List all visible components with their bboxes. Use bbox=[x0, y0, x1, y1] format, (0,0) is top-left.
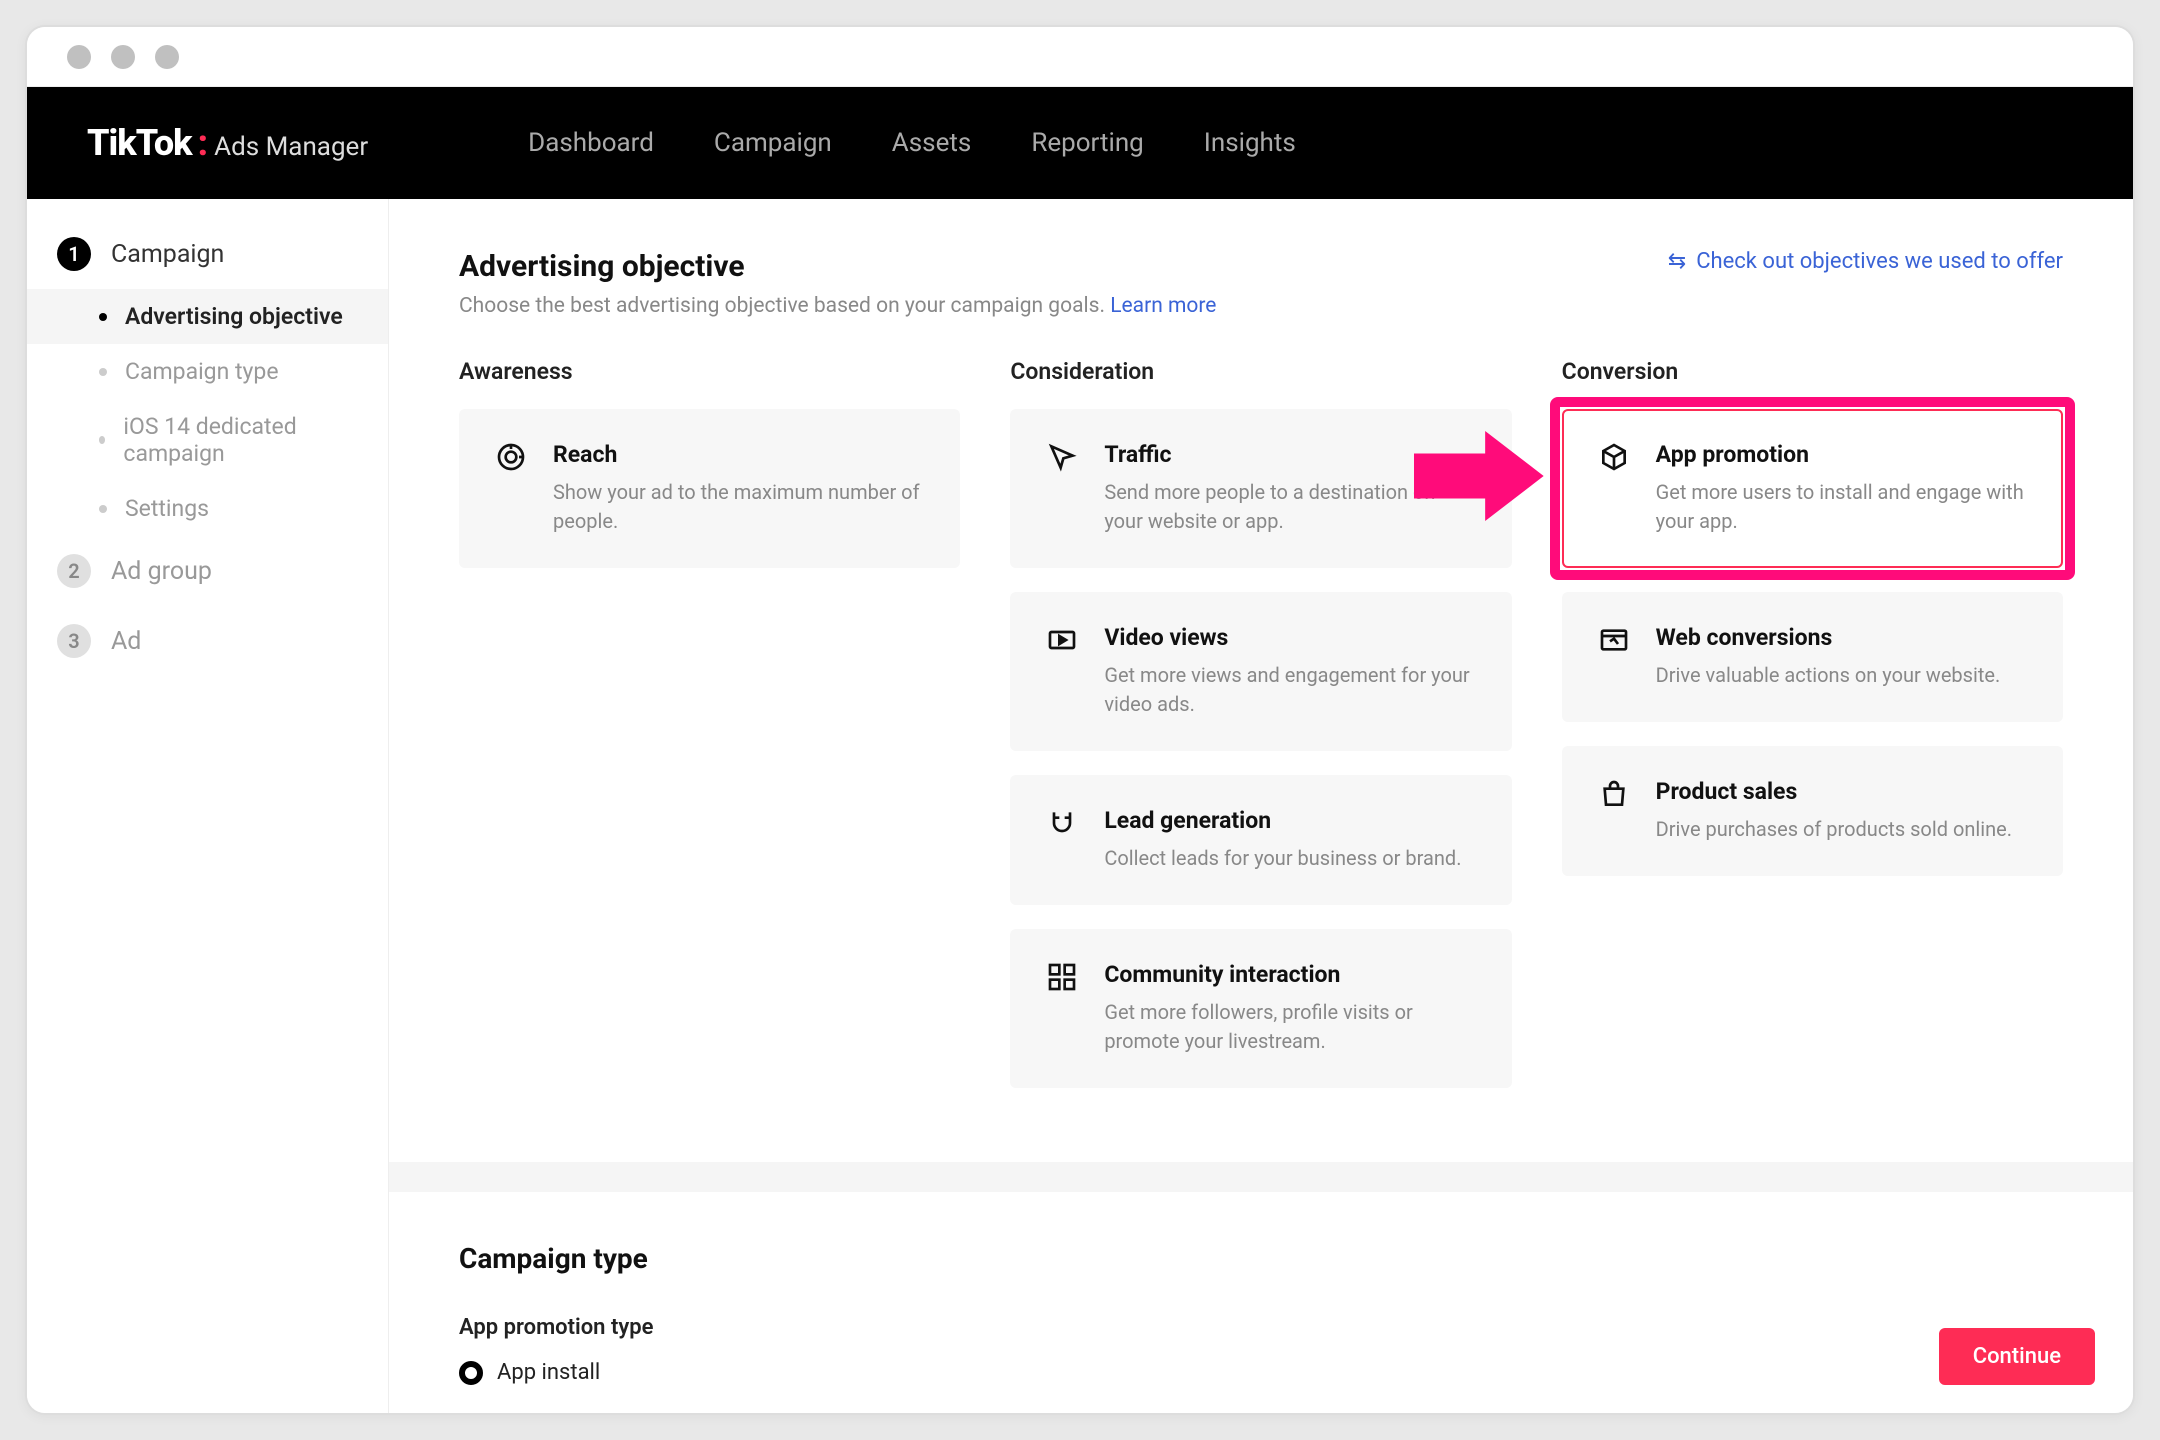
community-icon bbox=[1046, 961, 1078, 993]
card-community-interaction[interactable]: Community interaction Get more followers… bbox=[1010, 929, 1511, 1088]
sidebar: 1 Campaign Advertising objective Campaig… bbox=[27, 199, 389, 1413]
window-titlebar bbox=[27, 27, 2133, 87]
cursor-icon bbox=[1046, 441, 1078, 473]
top-nav: TikTok: Ads Manager Dashboard Campaign A… bbox=[27, 87, 2133, 199]
swap-icon: ⇆ bbox=[1668, 249, 1686, 274]
shopping-bag-icon bbox=[1598, 778, 1630, 810]
sub-label: Advertising objective bbox=[125, 303, 343, 330]
card-title: Video views bbox=[1104, 624, 1475, 651]
browser-arrow-icon bbox=[1598, 624, 1630, 656]
card-title: Lead generation bbox=[1104, 807, 1475, 834]
card-desc: Get more users to install and engage wit… bbox=[1656, 478, 2027, 536]
card-title: Reach bbox=[553, 441, 924, 468]
column-heading: Conversion bbox=[1562, 358, 2063, 385]
nav-insights[interactable]: Insights bbox=[1204, 128, 1296, 158]
panel-title: Advertising objective bbox=[459, 249, 1216, 284]
logo-text: TikTok bbox=[87, 122, 192, 164]
card-desc: Get more followers, profile visits or pr… bbox=[1104, 998, 1475, 1056]
sidebar-step-adgroup[interactable]: 2 Ad group bbox=[27, 536, 388, 606]
sidebar-sub-settings[interactable]: Settings bbox=[27, 481, 388, 536]
nav-reporting[interactable]: Reporting bbox=[1031, 128, 1143, 158]
cube-icon bbox=[1598, 441, 1630, 473]
window-dot bbox=[155, 45, 179, 69]
window-dot bbox=[67, 45, 91, 69]
section-title: Campaign type bbox=[459, 1242, 2063, 1275]
campaign-type-panel: Campaign type App promotion type App ins… bbox=[389, 1192, 2133, 1413]
step-label: Campaign bbox=[111, 240, 224, 269]
step-number: 2 bbox=[57, 554, 91, 588]
step-label: Ad group bbox=[111, 557, 212, 586]
sub-label: Settings bbox=[125, 495, 209, 522]
logo-subtitle: Ads Manager bbox=[214, 132, 368, 162]
nav-campaign[interactable]: Campaign bbox=[714, 128, 832, 158]
panel-subtitle: Choose the best advertising objective ba… bbox=[459, 294, 1216, 318]
card-desc: Get more views and engagement for your v… bbox=[1104, 661, 1475, 719]
sidebar-step-ad[interactable]: 3 Ad bbox=[27, 606, 388, 676]
bullet-icon bbox=[99, 436, 105, 444]
card-lead-generation[interactable]: Lead generation Collect leads for your b… bbox=[1010, 775, 1511, 905]
window-dot bbox=[111, 45, 135, 69]
card-title: Community interaction bbox=[1104, 961, 1475, 988]
card-desc: Drive valuable actions on your website. bbox=[1656, 661, 2027, 690]
column-heading: Consideration bbox=[1010, 358, 1511, 385]
card-product-sales[interactable]: Product sales Drive purchases of product… bbox=[1562, 746, 2063, 876]
objective-panel: Advertising objective Choose the best ad… bbox=[389, 199, 2133, 1162]
learn-more-link[interactable]: Learn more bbox=[1110, 294, 1216, 318]
bullet-icon bbox=[99, 313, 107, 321]
nav-assets[interactable]: Assets bbox=[892, 128, 972, 158]
previous-objectives-link[interactable]: ⇆ Check out objectives we used to offer bbox=[1668, 249, 2063, 274]
card-title: Product sales bbox=[1656, 778, 2027, 805]
sidebar-step-campaign[interactable]: 1 Campaign bbox=[27, 219, 388, 289]
sub-label: iOS 14 dedicated campaign bbox=[123, 413, 348, 467]
step-number: 1 bbox=[57, 237, 91, 271]
nav-dashboard[interactable]: Dashboard bbox=[528, 128, 654, 158]
step-number: 3 bbox=[57, 624, 91, 658]
column-heading: Awareness bbox=[459, 358, 960, 385]
sub-label: Campaign type bbox=[125, 358, 279, 385]
card-reach[interactable]: Reach Show your ad to the maximum number… bbox=[459, 409, 960, 568]
column-conversion: Conversion App promotion Get more users … bbox=[1562, 358, 2063, 1112]
video-icon bbox=[1046, 624, 1078, 656]
card-video-views[interactable]: Video views Get more views and engagemen… bbox=[1010, 592, 1511, 751]
radio-label: App install bbox=[497, 1360, 600, 1385]
target-icon bbox=[495, 441, 527, 473]
section-subtitle: App promotion type bbox=[459, 1315, 2063, 1340]
magnet-icon bbox=[1046, 807, 1078, 839]
step-label: Ad bbox=[111, 627, 141, 656]
sidebar-sub-ios14[interactable]: iOS 14 dedicated campaign bbox=[27, 399, 388, 481]
column-awareness: Awareness Reach Show your ad to the maxi… bbox=[459, 358, 960, 1112]
radio-app-install[interactable]: App install bbox=[459, 1360, 2063, 1385]
card-title: Web conversions bbox=[1656, 624, 2027, 651]
logo[interactable]: TikTok: Ads Manager bbox=[87, 122, 368, 164]
radio-icon bbox=[459, 1361, 483, 1385]
card-desc: Drive purchases of products sold online. bbox=[1656, 815, 2027, 844]
logo-colon: : bbox=[198, 122, 208, 164]
card-title: App promotion bbox=[1656, 441, 2027, 468]
sidebar-sub-advertising-objective[interactable]: Advertising objective bbox=[27, 289, 388, 344]
sidebar-sub-campaign-type[interactable]: Campaign type bbox=[27, 344, 388, 399]
card-desc: Collect leads for your business or brand… bbox=[1104, 844, 1475, 873]
continue-button[interactable]: Continue bbox=[1939, 1328, 2095, 1385]
main-content: Advertising objective Choose the best ad… bbox=[389, 199, 2133, 1413]
card-desc: Show your ad to the maximum number of pe… bbox=[553, 478, 924, 536]
card-app-promotion[interactable]: App promotion Get more users to install … bbox=[1562, 409, 2063, 568]
card-web-conversions[interactable]: Web conversions Drive valuable actions o… bbox=[1562, 592, 2063, 722]
bullet-icon bbox=[99, 505, 107, 513]
bullet-icon bbox=[99, 368, 107, 376]
